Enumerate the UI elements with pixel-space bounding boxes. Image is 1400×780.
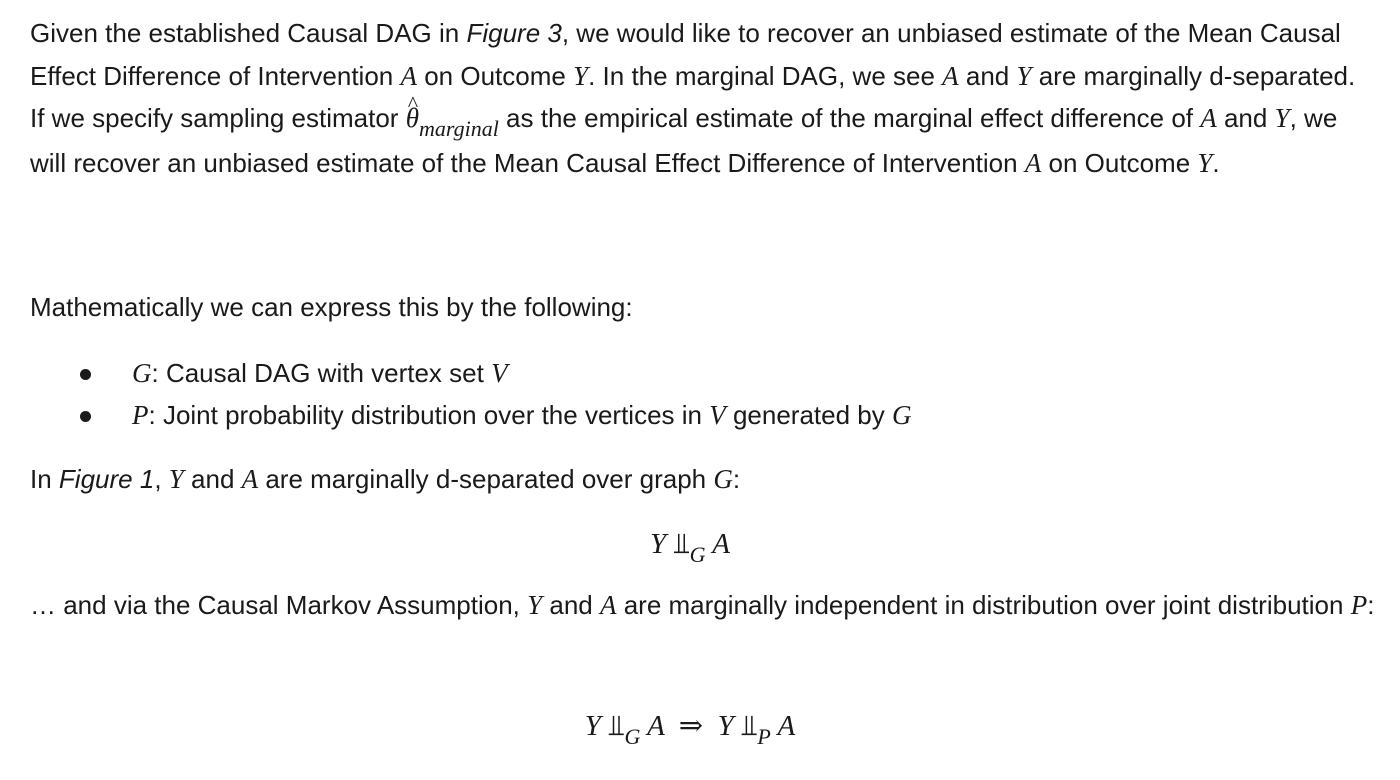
eq-var: A [777, 710, 796, 742]
math-V: V [491, 358, 508, 388]
implies-arrow: ⇒ [678, 710, 704, 742]
eq-subscript: P [757, 724, 771, 749]
math-G: G [891, 400, 912, 430]
text-run: are marginally d-separated over graph [258, 464, 714, 494]
eq-subscript: G [624, 724, 641, 749]
bullet-dot [80, 369, 91, 380]
math-A: A [942, 60, 959, 91]
text-run: … and via the Causal Markov Assumption, [30, 590, 528, 620]
intro-paragraph: Given the established Causal DAG in Figu… [30, 12, 1375, 184]
text-run: are marginally independent in distributi… [616, 590, 1351, 620]
independence-symbol: ⫫ [608, 710, 625, 742]
text-run: : Causal DAG with vertex set [151, 358, 492, 388]
independence-symbol: ⫫ [673, 528, 690, 560]
math-intro-paragraph: Mathematically we can express this by th… [30, 286, 1375, 329]
independence-symbol: ⫫ [741, 710, 758, 742]
text-run: : [732, 464, 741, 494]
math-V: V [709, 400, 726, 430]
math-Y: Y [1197, 147, 1213, 178]
math-Y: Y [168, 464, 184, 494]
math-theta-subscript: marginal [418, 116, 499, 141]
figure-3-ref: Figure 3 [466, 18, 562, 48]
math-G: G [713, 464, 733, 494]
eq-var: A [712, 528, 731, 560]
math-Y: Y [573, 60, 589, 91]
text-run: . [1212, 147, 1220, 178]
text-run: and [183, 464, 242, 494]
eq-var: Y [584, 710, 601, 742]
math-theta-hat: θ [406, 83, 419, 140]
equation-d-separation: Y ⫫ G A [0, 524, 1380, 567]
math-P: P [132, 400, 149, 430]
bullet-dot [80, 411, 91, 422]
text-run: generated by [725, 400, 892, 430]
text-run: Given the established Causal DAG in [30, 18, 467, 48]
text-run: : [1367, 590, 1375, 620]
eq-var: Y [649, 528, 667, 560]
text-run: and [1216, 103, 1275, 133]
text-run: . In the marginal DAG, we see [588, 60, 943, 91]
math-A: A [1200, 103, 1217, 133]
text-run: and [958, 60, 1017, 91]
math-A: A [599, 590, 617, 620]
equation-markov-implication: Y ⫫ G A ⇒ Y ⫫ P A [0, 706, 1380, 749]
eq-var: Y [717, 710, 734, 742]
math-Y: Y [1016, 60, 1032, 91]
math-A: A [241, 464, 259, 494]
text-run: In [30, 464, 59, 494]
bullet-text: G: Causal DAG with vertex set V [132, 352, 508, 394]
text-run: : Joint probability distribution over th… [148, 400, 710, 430]
math-Y: Y [1274, 103, 1290, 133]
figure-1-ref: Figure 1 [58, 464, 155, 494]
text-run: Mathematically we can express this by th… [30, 292, 633, 322]
math-A: A [1024, 147, 1042, 178]
text-run: as the empirical estimate of the margina… [498, 103, 1201, 133]
eq-subscript: G [689, 542, 706, 567]
math-Y: Y [527, 590, 543, 620]
math-G: G [132, 358, 152, 388]
text-run: on Outcome [416, 60, 574, 91]
bullet-text: P: Joint probability distribution over t… [132, 394, 911, 436]
markov-paragraph: … and via the Causal Markov Assumption, … [30, 584, 1375, 627]
text-run: and [542, 590, 600, 620]
math-P: P [1350, 590, 1368, 620]
eq-var: A [647, 710, 665, 742]
text-run: on Outcome [1041, 147, 1198, 178]
d-separation-paragraph: In Figure 1, Y and A are marginally d-se… [30, 458, 1375, 501]
text-run: , [154, 464, 169, 494]
